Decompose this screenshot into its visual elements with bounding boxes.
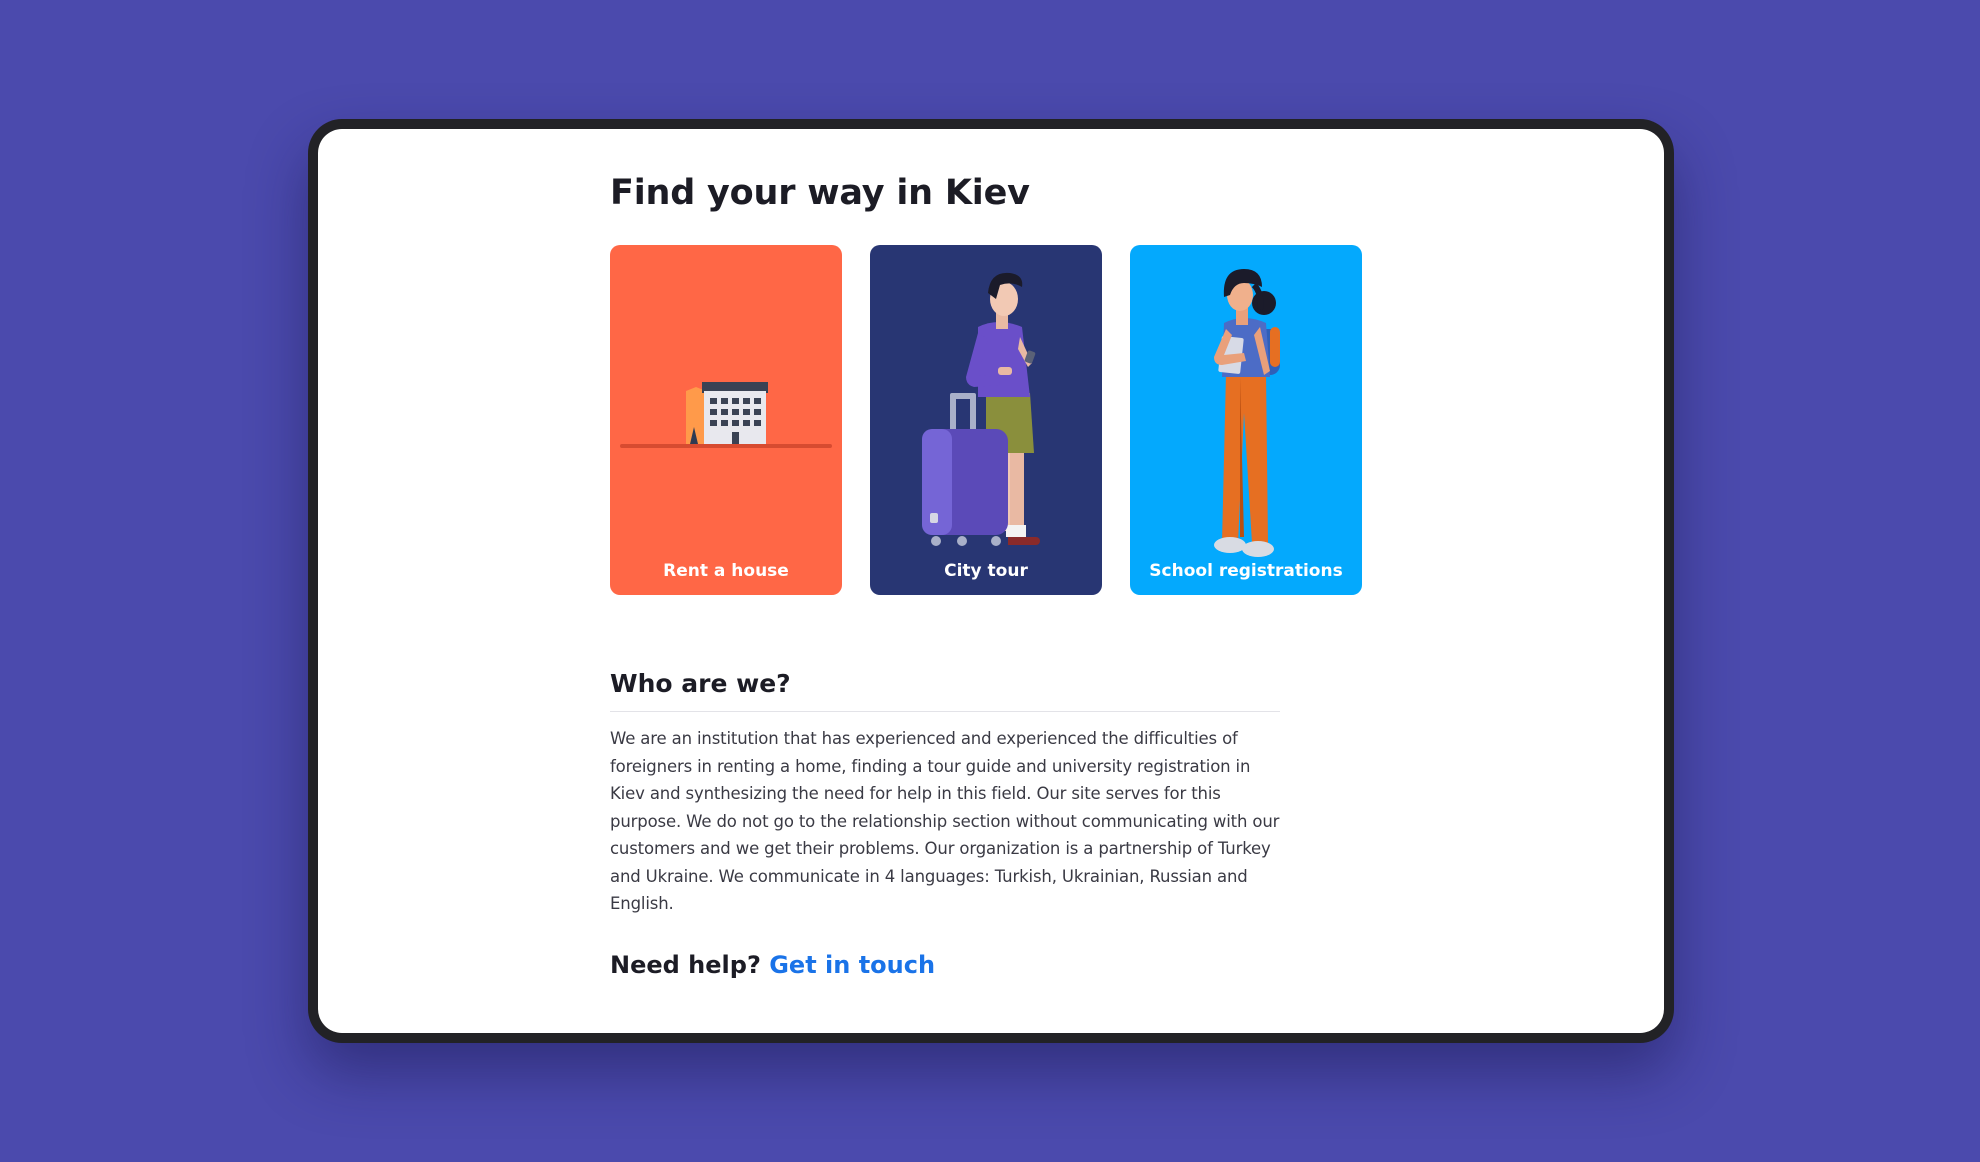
card-label: City tour [944,561,1028,581]
card-school-registrations[interactable]: School registrations [1130,245,1362,595]
device-frame: Find your way in Kiev Rent a house City … [308,119,1674,1043]
card-city-tour[interactable]: City tour [870,245,1102,595]
section-divider [610,711,1280,712]
help-line: Need help? Get in touch [610,951,935,979]
section-heading-who-are-we: Who are we? [610,669,791,698]
get-in-touch-link[interactable]: Get in touch [769,951,935,979]
page-title: Find your way in Kiev [610,173,1030,213]
house-illustration-icon [610,245,842,595]
card-rent-a-house[interactable]: Rent a house [610,245,842,595]
card-label: School registrations [1149,561,1343,581]
browser-screen: Find your way in Kiev Rent a house City … [318,129,1664,1033]
help-prefix: Need help? [610,951,761,979]
traveler-illustration-icon [870,245,1102,595]
student-illustration-icon [1130,245,1362,595]
card-label: Rent a house [663,561,789,581]
about-paragraph: We are an institution that has experienc… [610,729,1280,913]
